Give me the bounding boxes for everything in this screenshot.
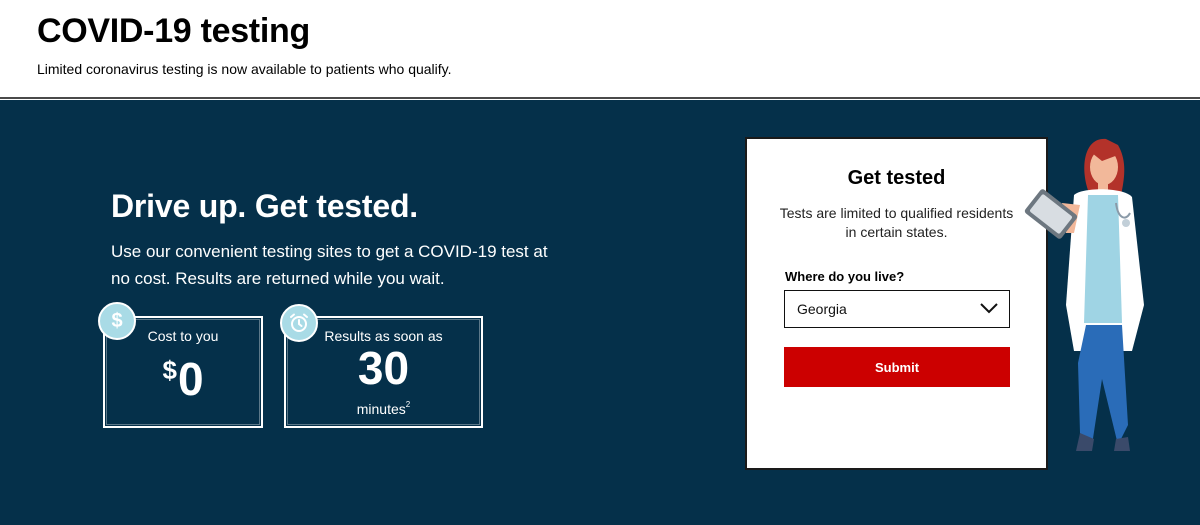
alarm-clock-icon (280, 304, 318, 342)
dollar-icon: $ (98, 302, 136, 340)
results-unit-label: minutes (356, 401, 406, 417)
hero-description: Use our convenient testing sites to get … (111, 242, 548, 288)
doctor-with-clipboard-illustration (1024, 138, 1144, 451)
submit-button[interactable]: Submit (784, 347, 1010, 387)
results-stat-value: 30 (357, 342, 410, 394)
form-description: Tests are limited to qualified residents… (779, 205, 1014, 240)
chevron-down-icon (980, 303, 998, 314)
hero-banner: Drive up. Get tested. Use our convenient… (0, 100, 1200, 525)
cost-stat-value: $0 (105, 342, 261, 407)
page-subtitle: Limited coronavirus testing is now avail… (37, 61, 452, 77)
state-select-label: Where do you live? (785, 269, 905, 284)
form-title: Get tested (847, 167, 946, 189)
hero-heading: Drive up. Get tested. (111, 188, 418, 224)
footnote-marker[interactable]: 2 (406, 400, 410, 409)
page-header: COVID-19 testing Limited coronavirus tes… (0, 0, 1200, 99)
cost-amount: 0 (177, 353, 204, 405)
results-stat-unit: minutes2 (286, 400, 481, 417)
state-select[interactable]: Georgia (784, 290, 1010, 328)
state-select-value: Georgia (797, 301, 847, 317)
page-title: COVID-19 testing (37, 12, 310, 50)
get-tested-form: Get tested Tests are limited to qualifie… (745, 137, 1048, 470)
currency-symbol: $ (162, 355, 177, 385)
